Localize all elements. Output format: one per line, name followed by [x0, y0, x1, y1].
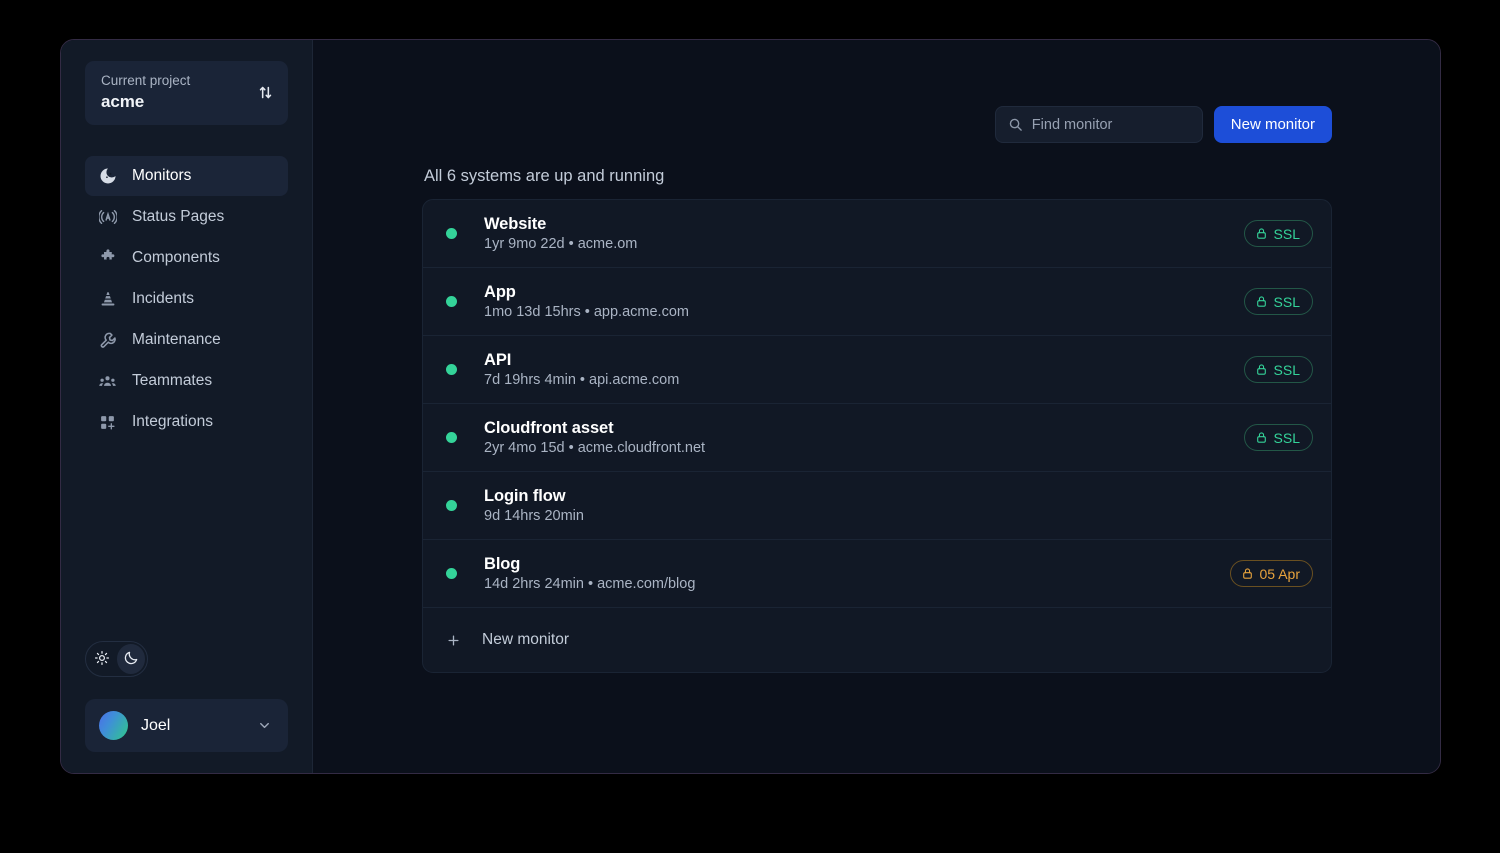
- new-monitor-button[interactable]: New monitor: [1213, 106, 1332, 143]
- sidebar-item-label: Teammates: [132, 372, 213, 390]
- lock-icon: [1255, 431, 1268, 444]
- table-row[interactable]: API 7d 19hrs 4min • api.acme.com SSL: [423, 336, 1331, 404]
- sidebar-item-teammates[interactable]: Teammates: [85, 361, 288, 401]
- monitor-meta: 2yr 4mo 15d • acme.cloudfront.net: [484, 440, 706, 456]
- sidebar-item-label: Maintenance: [132, 331, 221, 349]
- grid-plus-icon: [98, 413, 117, 432]
- swap-vertical-icon: [257, 84, 274, 101]
- status-dot-up: [446, 432, 457, 443]
- sidebar-item-label: Incidents: [132, 290, 195, 308]
- status-badge: SSL: [1243, 220, 1313, 247]
- search-input[interactable]: [1031, 116, 1190, 133]
- lock-icon: [1255, 227, 1268, 240]
- sidebar-item-label: Components: [132, 249, 220, 267]
- sidebar-item-monitors[interactable]: Monitors: [85, 156, 288, 197]
- monitor-list: Website 1yr 9mo 22d • acme.om SSL App 1m…: [422, 199, 1332, 673]
- wrench-icon: [98, 331, 117, 350]
- moon-icon: [123, 650, 139, 669]
- monitor-name: Blog: [484, 555, 521, 573]
- monitor-info: App 1mo 13d 15hrs • app.acme.com: [484, 283, 1244, 320]
- people-icon: [98, 372, 117, 391]
- status-heading: All 6 systems are up and running: [424, 167, 665, 185]
- table-row[interactable]: App 1mo 13d 15hrs • app.acme.com SSL: [423, 268, 1331, 336]
- sidebar-item-incidents[interactable]: Incidents: [85, 279, 288, 319]
- status-dot-up: [446, 568, 457, 579]
- sun-icon: [94, 650, 110, 669]
- monitor-info: API 7d 19hrs 4min • api.acme.com: [484, 351, 1244, 388]
- status-badge-label: SSL: [1273, 361, 1300, 378]
- monitor-name: Cloudfront asset: [484, 419, 614, 437]
- monitor-name: API: [484, 351, 512, 369]
- monitor-info: Website 1yr 9mo 22d • acme.om: [484, 215, 1244, 252]
- monitor-name: App: [484, 283, 516, 301]
- app-window: Current project acme Monitors Status Pag…: [60, 39, 1441, 774]
- status-dot-up: [446, 364, 457, 375]
- sidebar-item-label: Integrations: [132, 413, 213, 431]
- monitor-meta: 14d 2hrs 24min • acme.com/blog: [484, 576, 696, 592]
- broadcast-icon: [98, 208, 117, 227]
- status-badge: 05 Apr: [1229, 560, 1313, 587]
- status-badge-label: SSL: [1273, 293, 1300, 310]
- monitor-info: Cloudfront asset 2yr 4mo 15d • acme.clou…: [484, 419, 1244, 456]
- new-monitor-row-label: New monitor: [482, 631, 569, 648]
- sidebar-item-label: Status Pages: [132, 208, 225, 226]
- user-menu[interactable]: Joel: [85, 699, 288, 752]
- search-icon: [1008, 117, 1023, 132]
- theme-light-button[interactable]: [88, 644, 117, 674]
- monitor-info: Login flow 9d 14hrs 20min: [484, 487, 1313, 524]
- table-row[interactable]: Blog 14d 2hrs 24min • acme.com/blog 05 A…: [423, 540, 1331, 608]
- status-badge: SSL: [1243, 356, 1313, 383]
- sidebar-item-integrations[interactable]: Integrations: [85, 402, 288, 442]
- project-switcher-text: Current project acme: [101, 73, 190, 112]
- sidebar-item-label: Monitors: [132, 167, 192, 185]
- sidebar-item-maintenance[interactable]: Maintenance: [85, 320, 288, 360]
- plus-icon: [446, 633, 461, 648]
- monitor-meta: 1mo 13d 15hrs • app.acme.com: [484, 304, 689, 320]
- sidebar-nav: Monitors Status Pages Components Inciden…: [61, 156, 312, 442]
- project-switcher-value: acme: [101, 91, 145, 111]
- content-area: All 6 systems are up and running Website…: [313, 167, 1440, 673]
- sidebar-item-status-pages[interactable]: Status Pages: [85, 197, 288, 237]
- table-row[interactable]: Website 1yr 9mo 22d • acme.om SSL: [423, 200, 1331, 268]
- theme-toggle[interactable]: [85, 641, 148, 677]
- monitor-meta: 9d 14hrs 20min: [484, 508, 584, 524]
- status-badge: SSL: [1243, 288, 1313, 315]
- lock-icon: [1241, 567, 1254, 580]
- monitor-name: Login flow: [484, 487, 566, 505]
- project-switcher[interactable]: Current project acme: [85, 61, 288, 126]
- monitor-meta: 1yr 9mo 22d • acme.om: [484, 236, 638, 252]
- monitor-info: Blog 14d 2hrs 24min • acme.com/blog: [484, 555, 1230, 592]
- sidebar-item-components[interactable]: Components: [85, 238, 288, 278]
- theme-dark-button[interactable]: [116, 644, 145, 674]
- chevron-down-icon: [257, 718, 272, 733]
- status-badge-label: 05 Apr: [1259, 565, 1300, 582]
- toolbar: New monitor: [313, 40, 1440, 143]
- user-name: Joel: [141, 716, 171, 734]
- status-badge: SSL: [1243, 424, 1313, 451]
- status-dot-up: [446, 228, 457, 239]
- project-switcher-label: Current project: [101, 73, 191, 88]
- lock-icon: [1255, 295, 1268, 308]
- avatar: [99, 711, 128, 740]
- search-box[interactable]: [994, 106, 1203, 143]
- status-badge-label: SSL: [1273, 429, 1300, 446]
- cone-icon: [98, 290, 117, 309]
- radar-icon: [98, 167, 117, 186]
- table-row[interactable]: Login flow 9d 14hrs 20min: [423, 472, 1331, 540]
- status-dot-up: [446, 500, 457, 511]
- puzzle-icon: [98, 249, 117, 268]
- monitor-name: Website: [484, 215, 547, 233]
- sidebar: Current project acme Monitors Status Pag…: [61, 40, 313, 773]
- status-badge-label: SSL: [1273, 225, 1300, 242]
- main-content: New monitor All 6 systems are up and run…: [313, 40, 1440, 773]
- monitor-meta: 7d 19hrs 4min • api.acme.com: [484, 372, 680, 388]
- status-dot-up: [446, 296, 457, 307]
- new-monitor-row[interactable]: New monitor: [423, 608, 1331, 672]
- lock-icon: [1255, 363, 1268, 376]
- table-row[interactable]: Cloudfront asset 2yr 4mo 15d • acme.clou…: [423, 404, 1331, 472]
